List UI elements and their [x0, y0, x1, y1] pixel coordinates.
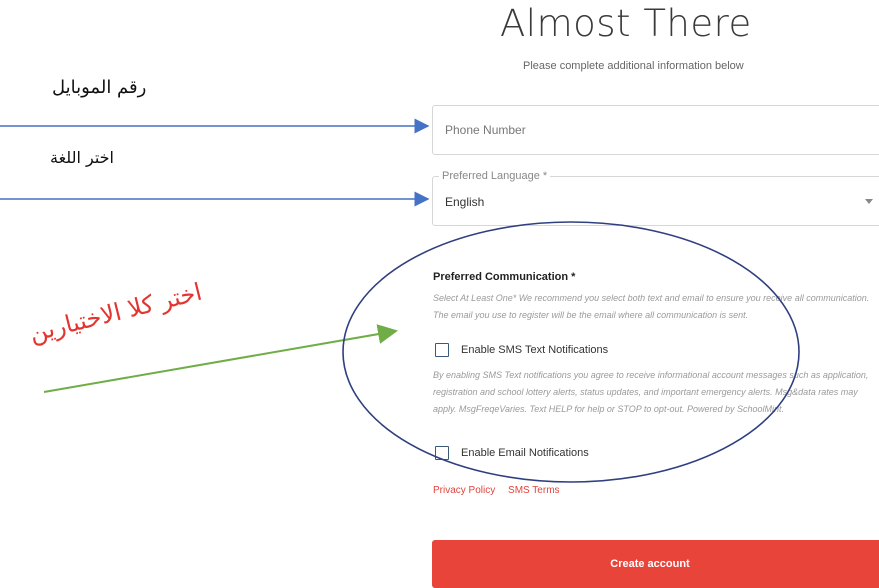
annotation-mobile-label: رقم الموبايل — [52, 77, 147, 98]
annotation-language-label: اختر اللغة — [50, 148, 114, 167]
communication-highlight-ellipse — [342, 221, 800, 483]
